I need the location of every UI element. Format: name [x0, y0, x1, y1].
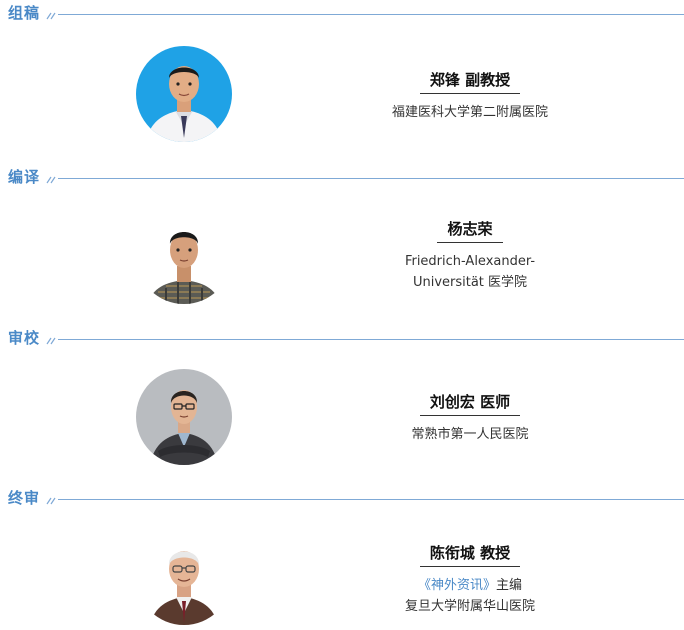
- portrait-man-white-coat-icon: [136, 46, 232, 142]
- section-reviewer: 审校 刘创宏 医师 常熟市第一人民医院: [0, 325, 684, 485]
- avatar: [136, 369, 232, 465]
- person-name: 陈衔城 教授: [419, 542, 521, 567]
- section-header: 组稿: [0, 0, 684, 22]
- person-name: 郑锋 副教授: [419, 69, 521, 94]
- portrait-man-glasses-crossed-arms-icon: [136, 369, 232, 465]
- portrait-man-plaid-shirt-icon: [136, 208, 232, 304]
- section-divider: [58, 339, 684, 340]
- affiliation-line: Friedrich-Alexander-: [404, 254, 536, 269]
- section-title: 终审: [8, 489, 41, 507]
- affiliation-line: Universität 医学院: [412, 275, 528, 290]
- section-organizer: 组稿 郑锋 副教授 福建医科大学第二附属医院: [0, 0, 684, 160]
- person-info: 郑锋 副教授 福建医科大学第二附属医院: [360, 69, 580, 123]
- person-name: 刘创宏 医师: [419, 391, 521, 416]
- double-slash-icon: [46, 497, 56, 505]
- section-translator: 编译 杨志荣 Friedrich-Alexander- Universität …: [0, 164, 684, 324]
- double-slash-icon: [46, 12, 56, 20]
- section-title: 编译: [8, 168, 41, 186]
- avatar: [136, 46, 232, 142]
- person-info: 刘创宏 医师 常熟市第一人民医院: [360, 391, 580, 445]
- person-name: 杨志荣: [437, 218, 503, 243]
- section-header: 终审: [0, 485, 684, 507]
- section-title: 审校: [8, 329, 41, 347]
- section-header: 编译: [0, 164, 684, 186]
- affiliation-line: 复旦大学附属华山医院: [404, 599, 535, 614]
- person-info: 陈衔城 教授 《神外资讯》主编 复旦大学附属华山医院: [360, 542, 580, 617]
- avatar: [136, 529, 232, 625]
- journal-link[interactable]: 《神外资讯》: [418, 578, 496, 593]
- section-final-reviewer: 终审 陈衔城 教授 《神外资讯》主编 复旦大学附属华山医院: [0, 485, 684, 630]
- section-divider: [58, 14, 684, 15]
- affiliation-line: 常熟市第一人民医院: [411, 427, 529, 442]
- section-divider: [58, 499, 684, 500]
- section-header: 审校: [0, 325, 684, 347]
- double-slash-icon: [46, 176, 56, 184]
- journal-role: 主编: [496, 578, 523, 593]
- avatar: [136, 208, 232, 304]
- section-title: 组稿: [8, 4, 41, 22]
- affiliation-line-journal: 《神外资讯》主编: [360, 575, 580, 596]
- section-divider: [58, 178, 684, 179]
- double-slash-icon: [46, 337, 56, 345]
- affiliation-line: 福建医科大学第二附属医院: [391, 105, 548, 120]
- portrait-elderly-man-glasses-icon: [136, 529, 232, 625]
- person-info: 杨志荣 Friedrich-Alexander- Universität 医学院: [360, 218, 580, 293]
